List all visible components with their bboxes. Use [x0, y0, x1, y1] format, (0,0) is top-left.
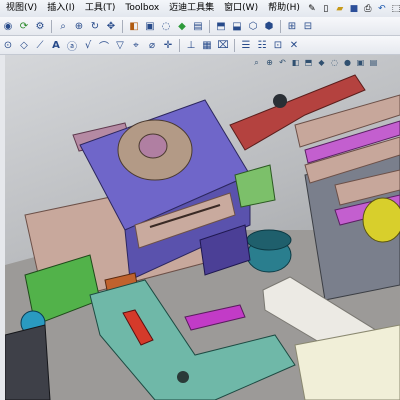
cad-assembly-model[interactable]: [5, 55, 400, 400]
separator: [209, 19, 210, 33]
view-orient-icon[interactable]: ⬒: [303, 57, 314, 68]
weld-icon[interactable]: ⌒: [97, 38, 111, 53]
hole-callout-icon[interactable]: ⌀: [145, 38, 159, 52]
graphics-area[interactable]: [5, 55, 400, 400]
centermark-icon[interactable]: ✛: [161, 38, 175, 52]
view-orientation-icon[interactable]: ⬓: [230, 19, 244, 33]
menu-quick-access: ✎ ▯ ▰ ■ ⎙ ↶ ⬚: [305, 3, 400, 15]
appearance-icon[interactable]: ◆: [175, 19, 189, 33]
hide-icon[interactable]: ◌: [159, 19, 173, 33]
view-icon[interactable]: ◉: [1, 19, 15, 33]
geometric-tol-icon[interactable]: ⌖: [129, 38, 143, 52]
bronze-bore: [138, 133, 168, 159]
rotate-icon[interactable]: ↻: [88, 19, 102, 33]
lever-hole: [177, 371, 189, 383]
separator: [122, 19, 123, 33]
prev-view-icon[interactable]: ↶: [277, 57, 288, 68]
zoom-fit-icon[interactable]: ⌕: [251, 57, 262, 68]
menu-insert[interactable]: 插入(I): [42, 0, 80, 17]
line-icon[interactable]: ⟋: [33, 38, 47, 52]
shaded-icon[interactable]: ⬢: [262, 19, 276, 33]
separator: [280, 19, 281, 33]
view-settings-icon[interactable]: ▤: [368, 57, 379, 68]
rebuild-icon[interactable]: ⟳: [17, 19, 31, 33]
annotation-toolbar: ⊙ ◇ ⟋ A ⓐ √ ⌒ ▽ ⌖ ⌀ ✛ ⊥ ▦ ⌧ ☰ ☷ ⊡ ✕: [0, 36, 400, 55]
menu-bar: 视图(V) 插入(I) 工具(T) Toolbox 迈迪工具集 窗口(W) 帮助…: [0, 0, 400, 18]
wireframe-icon[interactable]: ⬡: [246, 19, 260, 33]
select-icon[interactable]: ⬚: [390, 3, 400, 15]
menu-view[interactable]: 视图(V): [0, 0, 42, 17]
heads-up-view-toolbar: ⌕ ⊕ ↶ ◧ ⬒ ◆ ◌ ● ▣ ▤: [250, 57, 380, 68]
note-icon[interactable]: A: [49, 38, 63, 52]
hide-show-icon[interactable]: ◌: [329, 57, 340, 68]
measure-icon[interactable]: ⊡: [271, 38, 285, 52]
zoom-area-icon[interactable]: ⊕: [72, 19, 86, 33]
zoom-area-icon[interactable]: ⊕: [264, 57, 275, 68]
menu-window[interactable]: 窗口(W): [219, 0, 263, 17]
options-icon[interactable]: ⚙: [33, 19, 47, 33]
grid-icon[interactable]: ⊟: [301, 19, 315, 33]
display-icon[interactable]: ▣: [143, 19, 157, 33]
open-icon[interactable]: ▰: [334, 3, 346, 15]
teal-cylinder-top: [246, 229, 292, 251]
yellow-knob: [362, 197, 400, 243]
menu-maidi-tools[interactable]: 迈迪工具集: [164, 0, 219, 17]
scene-icon[interactable]: ▤: [191, 19, 205, 33]
save-icon[interactable]: ■: [348, 3, 360, 15]
menu-toolbox[interactable]: Toolbox: [120, 0, 164, 17]
pin-icon[interactable]: ✎: [306, 3, 318, 15]
handle-pivot-pin: [273, 94, 287, 108]
separator: [179, 38, 180, 52]
balloon-icon[interactable]: ⓐ: [65, 38, 79, 53]
menu-help[interactable]: 帮助(H): [263, 0, 305, 17]
section-icon[interactable]: ◧: [127, 19, 141, 33]
revision-icon[interactable]: ⌧: [216, 38, 230, 52]
pan-icon[interactable]: ✥: [104, 19, 118, 33]
table-icon[interactable]: ▦: [200, 38, 214, 52]
separator: [51, 19, 52, 33]
apply-scene-icon[interactable]: ▣: [355, 57, 366, 68]
centerline-icon[interactable]: ⊥: [184, 38, 198, 52]
menu-tools[interactable]: 工具(T): [80, 0, 121, 17]
format-icon[interactable]: ☷: [255, 38, 269, 52]
new-doc-icon[interactable]: ▯: [320, 3, 332, 15]
separator: [234, 38, 235, 52]
layer-icon[interactable]: ☰: [239, 38, 253, 52]
dark-base-block: [5, 324, 51, 400]
zoom-fit-icon[interactable]: ⌕: [56, 19, 70, 33]
surface-finish-icon[interactable]: √: [81, 38, 95, 52]
sketch-toggle-icon[interactable]: ⊞: [285, 19, 299, 33]
datum-icon[interactable]: ▽: [113, 38, 127, 52]
undo-icon[interactable]: ↶: [376, 3, 388, 15]
edit-icon[interactable]: ✕: [287, 38, 301, 52]
edit-appearance-icon[interactable]: ●: [342, 57, 353, 68]
smart-dim-icon[interactable]: ◇: [17, 38, 31, 52]
display-style-icon[interactable]: ◆: [316, 57, 327, 68]
sketch-icon[interactable]: ⊙: [1, 38, 15, 52]
print-icon[interactable]: ⎙: [362, 3, 374, 15]
section-view-icon[interactable]: ◧: [290, 57, 301, 68]
standard-views-icon[interactable]: ⬒: [214, 19, 228, 33]
view-toolbar: ◉ ⟳ ⚙ ⌕ ⊕ ↻ ✥ ◧ ▣ ◌ ◆ ▤ ⬒ ⬓ ⬡ ⬢ ⊞ ⊟: [0, 17, 400, 36]
